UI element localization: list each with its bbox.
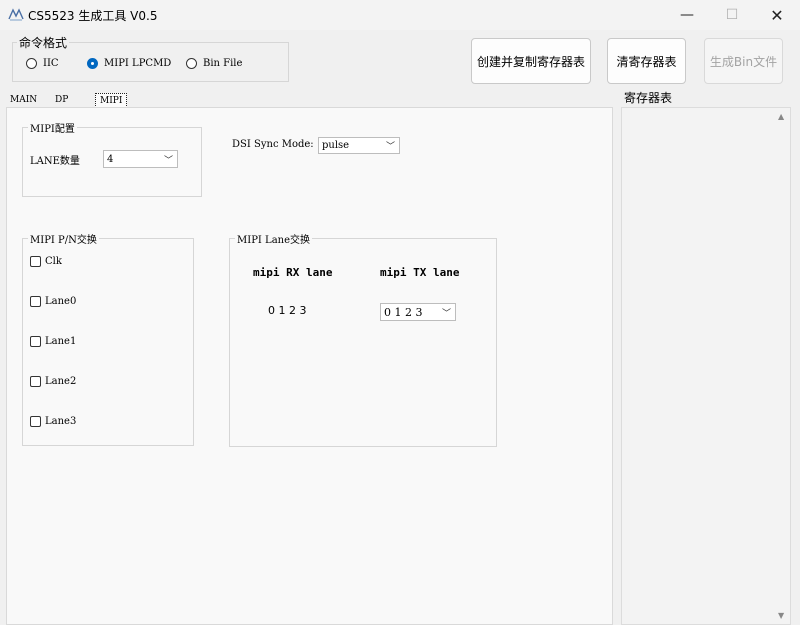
radio-mipi-lpcmd-label: MIPI LPCMD bbox=[104, 58, 172, 69]
close-button[interactable]: ✕ bbox=[754, 0, 800, 30]
rx-lane-header: mipi RX lane bbox=[253, 266, 333, 279]
checkbox-lane0-label: Lane0 bbox=[45, 296, 77, 307]
checkbox-lane3-box[interactable] bbox=[30, 416, 41, 427]
checkbox-clk-label: Clk bbox=[45, 256, 62, 267]
checkbox-lane0-box[interactable] bbox=[30, 296, 41, 307]
checkbox-lane3-label: Lane3 bbox=[45, 416, 77, 427]
checkbox-lane2-box[interactable] bbox=[30, 376, 41, 387]
minimize-button[interactable]: — bbox=[664, 0, 710, 30]
radio-iic-indicator[interactable] bbox=[26, 58, 37, 69]
radio-bin-file-indicator[interactable] bbox=[186, 58, 197, 69]
checkbox-lane0[interactable]: Lane0 bbox=[30, 296, 76, 307]
tx-lane-order-value: 0 1 2 3 bbox=[384, 305, 423, 319]
checkbox-lane2[interactable]: Lane2 bbox=[30, 376, 76, 387]
command-format-legend: 命令格式 bbox=[17, 34, 70, 51]
window-title: CS5523 生成工具 V0.5 bbox=[28, 9, 158, 23]
lane-count-select[interactable]: 4 ﹀ bbox=[103, 150, 178, 168]
checkbox-lane3[interactable]: Lane3 bbox=[30, 416, 76, 427]
checkbox-lane2-label: Lane2 bbox=[45, 376, 77, 387]
checkbox-lane1-label: Lane1 bbox=[45, 336, 77, 347]
checkbox-clk[interactable]: Clk bbox=[30, 256, 62, 267]
minimize-icon: — bbox=[680, 7, 694, 23]
register-table-list[interactable] bbox=[621, 107, 791, 625]
radio-bin-file-label: Bin File bbox=[203, 58, 243, 69]
radio-mipi-lpcmd[interactable]: MIPI LPCMD bbox=[87, 58, 171, 69]
title-bar: CS5523 生成工具 V0.5 — ☐ ✕ bbox=[0, 0, 800, 30]
app-logo-icon bbox=[8, 8, 24, 21]
generate-bin-label: 生成Bin文件 bbox=[709, 54, 778, 69]
create-copy-register-table-button[interactable]: 创建并复制寄存器表 bbox=[471, 38, 591, 84]
maximize-button[interactable]: ☐ bbox=[709, 0, 755, 30]
tx-lane-order-select[interactable]: 0 1 2 3 ﹀ bbox=[380, 303, 456, 321]
chevron-down-icon: ﹀ bbox=[441, 308, 451, 319]
lane-count-value: 4 bbox=[107, 153, 114, 165]
scroll-up-icon[interactable]: ▲ bbox=[778, 112, 784, 121]
dsi-sync-mode-select[interactable]: pulse ﹀ bbox=[318, 137, 400, 154]
clear-label: 清寄存器表 bbox=[616, 54, 677, 69]
rx-lane-order: 0 1 2 3 bbox=[268, 304, 307, 317]
create-copy-label: 创建并复制寄存器表 bbox=[476, 54, 585, 69]
tx-lane-header: mipi TX lane bbox=[380, 266, 460, 279]
tab-dp[interactable]: DP bbox=[55, 93, 68, 106]
lane-count-label: LANE数量 bbox=[30, 156, 80, 167]
tab-mipi-label: MIPI bbox=[100, 95, 123, 106]
tab-main[interactable]: MAIN bbox=[10, 93, 37, 106]
chevron-down-icon: ﹀ bbox=[163, 155, 173, 166]
dsi-sync-mode-label: DSI Sync Mode: bbox=[232, 139, 314, 150]
checkbox-lane1[interactable]: Lane1 bbox=[30, 336, 76, 347]
pn-swap-legend: MIPI P/N交换 bbox=[28, 231, 99, 246]
radio-mipi-lpcmd-indicator[interactable] bbox=[87, 58, 98, 69]
register-table-title: 寄存器表 bbox=[624, 91, 673, 105]
radio-bin-file[interactable]: Bin File bbox=[186, 58, 242, 69]
tab-dp-label: DP bbox=[55, 94, 69, 105]
mipi-config-legend: MIPI配置 bbox=[28, 120, 77, 135]
checkbox-lane1-box[interactable] bbox=[30, 336, 41, 347]
checkbox-clk-box[interactable] bbox=[30, 256, 41, 267]
close-icon: ✕ bbox=[770, 5, 784, 25]
radio-iic-label: IIC bbox=[43, 58, 59, 69]
maximize-icon: ☐ bbox=[725, 7, 739, 23]
register-table-scrollbar[interactable]: ▲ ▼ bbox=[775, 108, 790, 625]
clear-register-table-button[interactable]: 清寄存器表 bbox=[607, 38, 686, 84]
generate-bin-button[interactable]: 生成Bin文件 bbox=[704, 38, 783, 84]
lane-swap-legend: MIPI Lane交换 bbox=[235, 231, 313, 246]
dsi-sync-mode-value: pulse bbox=[322, 140, 350, 151]
chevron-down-icon: ﹀ bbox=[385, 142, 395, 152]
scroll-down-icon[interactable]: ▼ bbox=[778, 611, 784, 620]
tab-mipi[interactable]: MIPI bbox=[95, 93, 128, 108]
tab-main-label: MAIN bbox=[10, 94, 38, 105]
radio-iic[interactable]: IIC bbox=[26, 58, 59, 69]
